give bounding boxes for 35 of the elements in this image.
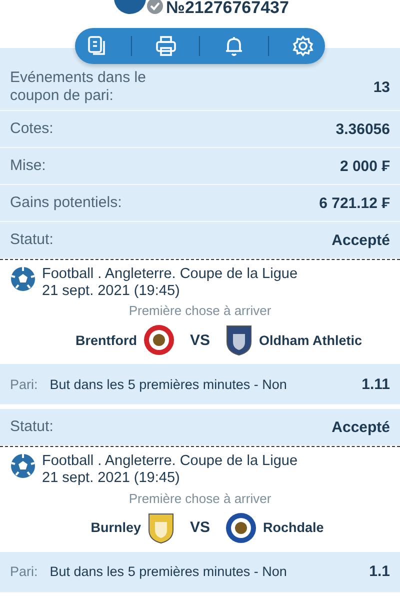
summary-label: Mise: bbox=[10, 157, 47, 175]
summary-value: 13 bbox=[373, 78, 390, 96]
summary-label: Gains potentiels: bbox=[10, 194, 123, 212]
football-icon bbox=[10, 266, 36, 292]
team-name: Burnley bbox=[90, 520, 141, 536]
team-name: Rochdale bbox=[263, 520, 324, 536]
bet-label: Pari: bbox=[10, 376, 38, 392]
versus-label: VS bbox=[188, 519, 211, 536]
summary-label: Evénements dans le coupon de pari: bbox=[10, 69, 147, 105]
summary-label: Cotes: bbox=[10, 120, 54, 138]
team-name: Oldham Athletic bbox=[259, 332, 362, 348]
bet-odds: 1.1 bbox=[369, 563, 390, 580]
summary-value: Accepté bbox=[332, 232, 390, 248]
summary-value: 2 000 ₣ bbox=[340, 158, 390, 174]
bet-label: Pari: bbox=[10, 564, 38, 580]
market-name: Première chose à arriver bbox=[128, 490, 272, 506]
team-name: Brentford bbox=[76, 332, 137, 348]
print-icon[interactable] bbox=[154, 35, 177, 57]
bet-odds: 1.11 bbox=[362, 376, 390, 393]
summary-value: 3.36056 bbox=[336, 120, 390, 138]
league-name: Football . Angleterre. Coupe de la Ligue bbox=[42, 453, 298, 470]
settings-icon[interactable] bbox=[292, 35, 314, 57]
status-label: Statut: bbox=[10, 418, 54, 436]
football-icon bbox=[10, 453, 36, 480]
status-value: Accepté bbox=[332, 418, 390, 436]
market-name: Première chose à arriver bbox=[128, 303, 272, 318]
summary-value: 6 721.12 ₣ bbox=[319, 194, 390, 212]
event-date: 21 sept. 2021 (19:45) bbox=[42, 282, 181, 300]
versus-label: VS bbox=[188, 332, 211, 349]
coupon-number: №21276767437 bbox=[166, 0, 289, 18]
league-name: Football . Angleterre. Coupe de la Ligue bbox=[42, 266, 298, 283]
summary-label: Statut: bbox=[10, 231, 54, 249]
bet-selection: But dans les 5 premières minutes - Non bbox=[50, 376, 288, 392]
event-date: 21 sept. 2021 (19:45) bbox=[42, 470, 181, 487]
bet-selection: But dans les 5 premières minutes - Non bbox=[50, 564, 288, 580]
